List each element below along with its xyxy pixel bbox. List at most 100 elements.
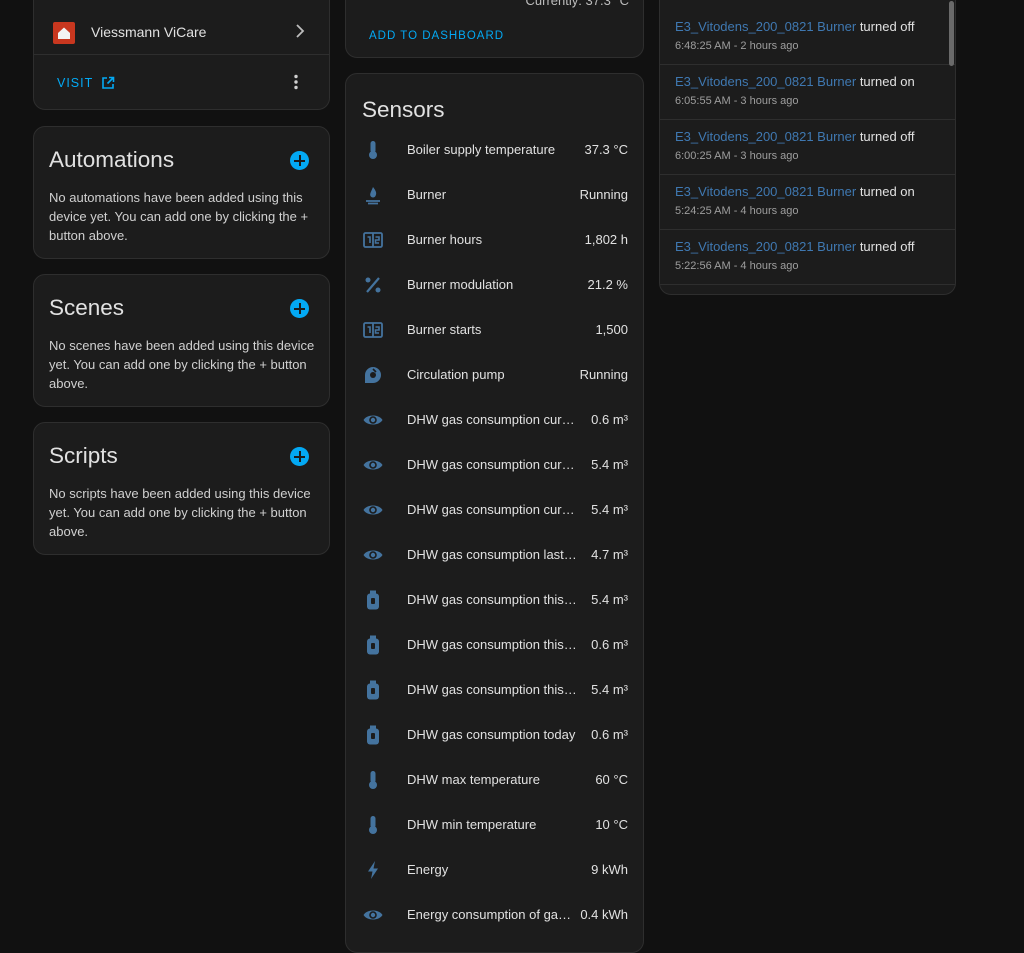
logbook-action: turned off	[859, 129, 915, 144]
sensor-value: 5.4 m³	[591, 682, 628, 697]
sensor-row[interactable]: DHW gas consumption this … 5.4 m³	[346, 578, 643, 623]
sensor-row[interactable]: DHW max temperature 60 °C	[346, 758, 643, 803]
sensor-name: Burner starts	[407, 322, 482, 337]
sensor-name: DHW min temperature	[407, 817, 537, 832]
sensor-name: DHW gas consumption curr…	[407, 457, 578, 472]
thermometer-icon	[362, 769, 384, 791]
automations-title: Automations	[49, 147, 175, 172]
sensor-row[interactable]: DHW gas consumption curr… 5.4 m³	[346, 488, 643, 533]
sensor-value: 0.6 m³	[591, 637, 628, 652]
vicare-logo-icon	[53, 22, 75, 44]
controls-card: Currently: 37.3 °C ADD TO DASHBOARD	[345, 0, 644, 58]
sensor-value: 21.2 %	[587, 277, 628, 292]
logbook-entry: E3_Vitodens_200_0821 Burner turned off 6:…	[660, 120, 955, 175]
counter-icon	[362, 229, 384, 251]
sensor-row[interactable]: Circulation pump Running	[346, 353, 643, 398]
logbook-entry-message: E3_Vitodens_200_0821 Burner turned off	[675, 129, 915, 144]
logbook-timestamp: 6:48:25 AM - 2 hours ago	[675, 40, 799, 52]
sensor-row[interactable]: DHW gas consumption this … 0.6 m³	[346, 623, 643, 668]
counter-icon	[362, 319, 384, 341]
scripts-card: Scripts No scripts have been added using…	[33, 422, 330, 555]
sensor-name: DHW max temperature	[407, 772, 540, 787]
sensor-value: 5.4 m³	[591, 457, 628, 472]
logbook-entity-link[interactable]: E3_Vitodens_200_0821 Burner	[675, 129, 856, 144]
sensor-name: Burner hours	[407, 232, 483, 247]
logbook-entity-link[interactable]: E3_Vitodens_200_0821 Burner	[675, 239, 856, 254]
add-to-dashboard-button[interactable]: ADD TO DASHBOARD	[369, 30, 504, 42]
sensor-value: Running	[579, 187, 628, 202]
sensor-row[interactable]: Burner Running	[346, 173, 643, 218]
lightning-icon	[362, 859, 384, 881]
logbook-scrollbar[interactable]	[949, 1, 954, 66]
sensor-row[interactable]: Burner starts 1,500	[346, 308, 643, 353]
logbook-entry: E3_Vitodens_200_0821 Burner turned off 6:…	[660, 10, 955, 65]
logbook-entry: E3_Vitodens_200_0821 Burner turned on 6:0…	[660, 65, 955, 120]
sensor-name: Boiler supply temperature	[407, 142, 556, 157]
thermometer-icon	[362, 814, 384, 836]
sensor-value: 0.4 kWh	[580, 907, 628, 922]
logbook-entry-message: E3_Vitodens_200_0821 Burner turned on	[675, 74, 915, 89]
scenes-title: Scenes	[49, 295, 125, 320]
sensor-value: 5.4 m³	[591, 592, 628, 607]
logbook-timestamp: 6:00:25 AM - 3 hours ago	[675, 150, 799, 162]
more-vertical-icon[interactable]	[293, 74, 299, 90]
sensor-row[interactable]: Burner modulation 21.2 %	[346, 263, 643, 308]
percent-icon	[362, 274, 384, 296]
gas-cylinder-icon	[362, 589, 384, 611]
gas-cylinder-icon	[362, 634, 384, 656]
current-temperature-text: Currently: 37.3 °C	[525, 0, 629, 8]
logbook-entity-link[interactable]: E3_Vitodens_200_0821 Burner	[675, 184, 856, 199]
integration-link-row[interactable]: Viessmann ViCare	[34, 1, 329, 55]
sensor-row[interactable]: DHW min temperature 10 °C	[346, 803, 643, 848]
sensor-name: Burner modulation	[407, 277, 514, 292]
sensor-value: 0.6 m³	[591, 727, 628, 742]
logbook-entity-link[interactable]: E3_Vitodens_200_0821 Burner	[675, 74, 856, 89]
add-script-button[interactable]	[290, 447, 309, 466]
sensor-row[interactable]: DHW gas consumption curr… 0.6 m³	[346, 398, 643, 443]
logbook-entry: E3_Vitodens_200_0821 Burner turned off 5:…	[660, 230, 955, 285]
logbook-entry-message: E3_Vitodens_200_0821 Burner turned off	[675, 19, 915, 34]
sensor-name: Energy	[407, 862, 449, 877]
add-scene-button[interactable]	[290, 299, 309, 318]
visit-label: VISIT	[57, 76, 94, 90]
sensor-name: DHW gas consumption curr…	[407, 502, 578, 517]
gas-burner-icon	[362, 184, 384, 206]
logbook-timestamp: 5:22:56 AM - 4 hours ago	[675, 260, 799, 272]
sensor-row[interactable]: DHW gas consumption this … 5.4 m³	[346, 668, 643, 713]
automations-description: No automations have been added using thi…	[49, 190, 309, 243]
visit-button[interactable]: VISIT	[57, 76, 115, 90]
scripts-description: No scripts have been added using this de…	[49, 486, 311, 539]
add-automation-button[interactable]	[290, 151, 309, 170]
sensor-row[interactable]: Energy 9 kWh	[346, 848, 643, 893]
logbook-action: turned off	[859, 19, 915, 34]
pump-icon	[362, 364, 384, 386]
sensor-row[interactable]: Energy consumption of ga… 0.4 kWh	[346, 893, 643, 938]
sensor-value: 9 kWh	[591, 862, 628, 877]
sensor-name: Burner	[407, 187, 447, 202]
logbook-entity-link[interactable]: E3_Vitodens_200_0821 Burner	[675, 19, 856, 34]
logbook-entry-message: E3_Vitodens_200_0821 Burner turned off	[675, 239, 915, 254]
sensor-name: DHW gas consumption last …	[407, 547, 578, 562]
sensor-row[interactable]: DHW gas consumption curr… 5.4 m³	[346, 443, 643, 488]
sensor-row[interactable]: DHW gas consumption last … 4.7 m³	[346, 533, 643, 578]
logbook-entry: E3_Vitodens_200_0821 Burner turned on 5:2…	[660, 175, 955, 230]
sensor-row[interactable]: DHW gas consumption today 0.6 m³	[346, 713, 643, 758]
eye-icon	[362, 454, 384, 476]
automations-card: Automations No automations have been add…	[33, 126, 330, 259]
sensor-row[interactable]: Boiler supply temperature 37.3 °C	[346, 128, 643, 173]
sensor-value: Running	[579, 367, 628, 382]
sensors-title: Sensors	[362, 97, 445, 122]
gas-cylinder-icon	[362, 679, 384, 701]
sensor-value: 1,802 h	[584, 232, 628, 247]
sensor-value: 60 °C	[595, 772, 628, 787]
gas-cylinder-icon	[362, 724, 384, 746]
eye-icon	[362, 904, 384, 926]
sensor-row[interactable]: Burner hours 1,802 h	[346, 218, 643, 263]
logbook-action: turned on	[859, 184, 915, 199]
logbook-card: E3_Vitodens_200_0821 Burner turned off 6:…	[659, 0, 956, 295]
sensor-value: 10 °C	[595, 817, 628, 832]
integration-card: Viessmann ViCare VISIT	[33, 0, 330, 110]
sensor-name: DHW gas consumption this …	[407, 637, 578, 652]
eye-icon	[362, 499, 384, 521]
integration-name: Viessmann ViCare	[91, 24, 207, 40]
